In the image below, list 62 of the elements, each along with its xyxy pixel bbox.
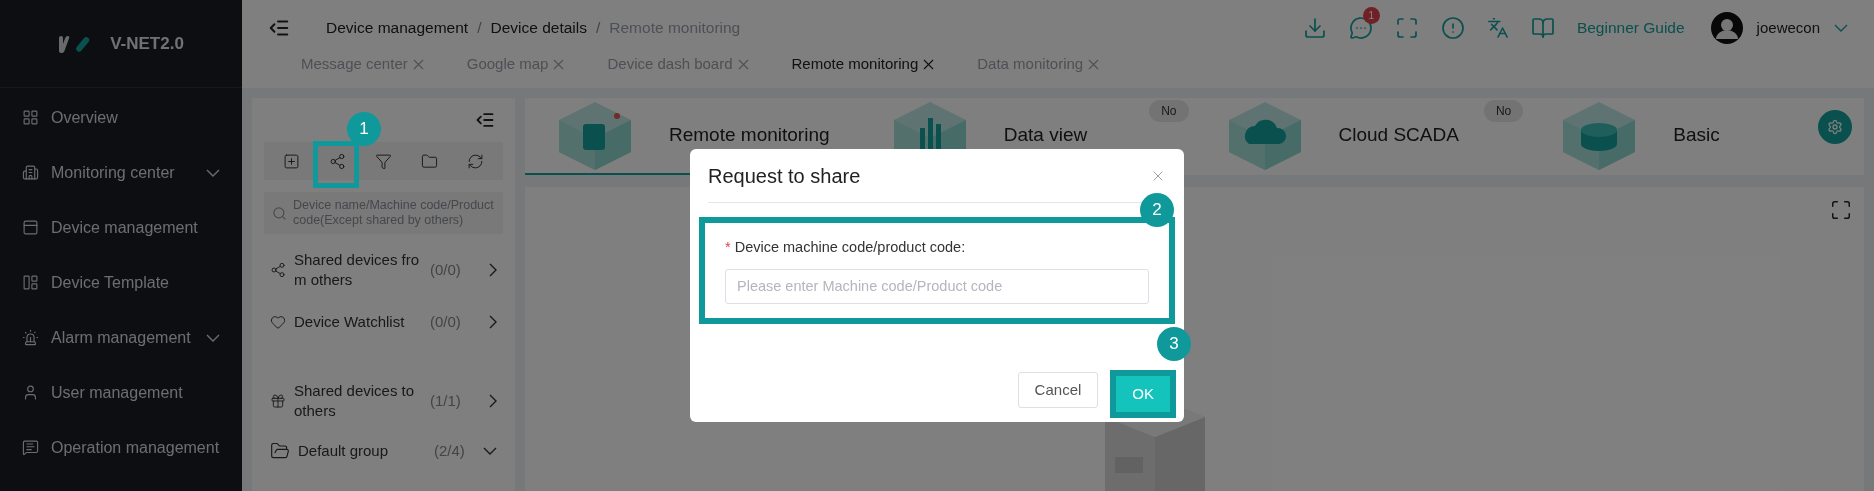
breadcrumb-item[interactable]: Device management: [326, 16, 469, 40]
alert-icon[interactable]: [1440, 16, 1465, 40]
device-group-item[interactable]: Shared devices to others (1/1): [264, 372, 503, 430]
module-tab[interactable]: Basic: [1529, 98, 1864, 175]
nav-item[interactable]: Monitoring center: [0, 145, 242, 200]
settings-icon: [1827, 119, 1843, 135]
translate-icon[interactable]: [1486, 17, 1509, 39]
panel-icon: [22, 219, 39, 236]
refresh-icon[interactable]: [467, 152, 485, 170]
nav-item[interactable]: Overview: [0, 90, 242, 145]
avatar-icon[interactable]: [1710, 12, 1743, 44]
folder-icon[interactable]: [421, 152, 439, 170]
nav-item[interactable]: Operation management: [0, 420, 242, 475]
required-mark: *: [725, 238, 731, 257]
chevron-down-icon: [483, 447, 497, 455]
beginner-guide-link[interactable]: Beginner Guide: [1576, 16, 1685, 40]
chevron-down-icon: [206, 333, 220, 342]
settings-button[interactable]: [1818, 110, 1852, 144]
breadcrumb-item[interactable]: Device details: [490, 16, 587, 40]
machine-code-input[interactable]: Please enter Machine code/Product code: [725, 268, 1149, 304]
nav-item[interactable]: Device Template: [0, 255, 242, 310]
module-tab[interactable]: Cloud SCADA No: [1194, 98, 1530, 175]
cancel-button[interactable]: Cancel: [1017, 372, 1099, 408]
notification-badge: 1: [1362, 7, 1380, 24]
message-icon: [22, 439, 39, 456]
nav-item[interactable]: Device management: [0, 200, 242, 255]
status-badge: No: [1483, 100, 1524, 122]
siren-icon: [22, 329, 39, 346]
breadcrumb-separator: /: [596, 18, 601, 39]
layout-icon: [22, 274, 39, 291]
device-group-item[interactable]: Device Watchlist (0/0): [264, 296, 503, 348]
nav-item[interactable]: Alarm management: [0, 310, 242, 365]
collapse-icon[interactable]: [475, 110, 495, 130]
chevron-down-icon: [206, 168, 220, 177]
chevron-down-icon[interactable]: [1834, 24, 1848, 32]
nav-item[interactable]: User management: [0, 365, 242, 420]
add-icon[interactable]: [282, 152, 300, 170]
ok-button[interactable]: OK: [1116, 376, 1170, 412]
user-icon: [22, 384, 39, 401]
breadcrumb-separator: /: [477, 18, 482, 39]
grid-icon: [22, 109, 39, 126]
status-badge: No: [1149, 100, 1189, 122]
folder-icon: [270, 441, 290, 461]
share-icon: [270, 262, 286, 278]
field-label: Device machine code/product code:: [734, 238, 966, 257]
filter-icon[interactable]: [374, 152, 392, 170]
gift-icon: [270, 393, 286, 409]
device-group-item[interactable]: Default group (2/4): [264, 430, 503, 472]
chevron-right-icon: [489, 263, 497, 277]
chevron-right-icon: [489, 394, 497, 408]
chevron-right-icon: [489, 315, 497, 329]
building-icon: [22, 164, 39, 181]
download-icon[interactable]: [1302, 16, 1327, 40]
fullscreen-icon[interactable]: [1830, 199, 1852, 221]
logo-text: V-NET2.0: [110, 32, 184, 55]
book-icon[interactable]: [1530, 16, 1555, 40]
page-tab[interactable]: Remote monitoring: [791, 52, 938, 76]
user-name[interactable]: joewecon: [1756, 16, 1820, 40]
share-icon[interactable]: [328, 152, 346, 170]
fullscreen-icon[interactable]: [1394, 16, 1419, 40]
search-icon: [272, 205, 287, 221]
heart-icon: [270, 314, 286, 330]
